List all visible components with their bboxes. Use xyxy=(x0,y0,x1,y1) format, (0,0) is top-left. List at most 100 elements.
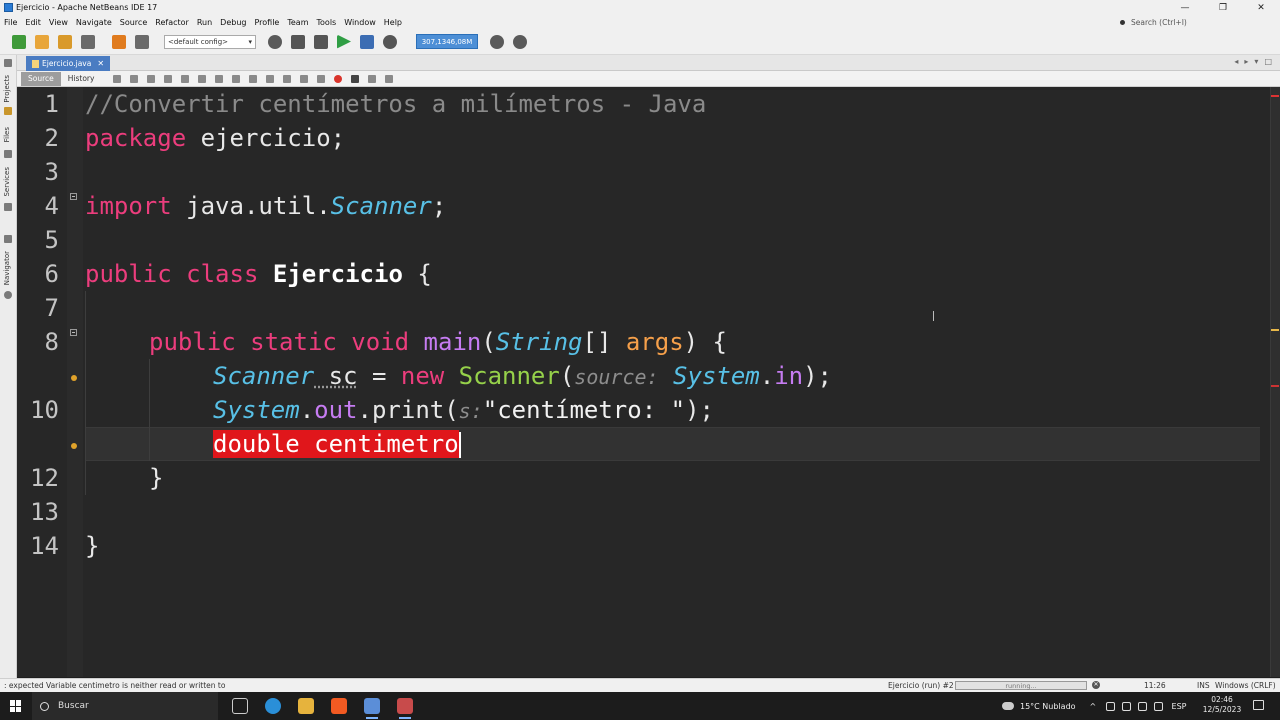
find-previous-icon[interactable] xyxy=(181,74,190,83)
task-view-icon[interactable] xyxy=(232,698,248,714)
menu-file[interactable]: File xyxy=(0,18,21,27)
running-app-icon[interactable] xyxy=(397,698,413,719)
cloud-sync-icon[interactable] xyxy=(1105,701,1115,711)
line-ending: Windows (CRLF) xyxy=(1215,681,1276,690)
task-progress-bar[interactable]: running... xyxy=(955,681,1087,690)
close-project-icon[interactable] xyxy=(81,34,95,49)
tab-source[interactable]: Source xyxy=(21,71,61,86)
menu-navigate[interactable]: Navigate xyxy=(72,18,116,27)
gc-icon[interactable] xyxy=(490,34,504,49)
fold-toggle-icon[interactable] xyxy=(70,193,77,200)
start-macro-icon[interactable] xyxy=(334,74,343,83)
menu-debug[interactable]: Debug xyxy=(216,18,250,27)
error-hint-bulb-icon[interactable] xyxy=(71,443,77,449)
previous-bookmark-icon[interactable] xyxy=(249,74,258,83)
close-window-button[interactable]: ✕ xyxy=(1242,0,1280,15)
new-project-icon[interactable] xyxy=(35,34,49,49)
taskbar-search-box[interactable]: Buscar xyxy=(32,692,218,720)
fold-toggle-icon[interactable] xyxy=(70,329,77,336)
build-hammer-icon[interactable] xyxy=(291,34,305,49)
running-task-label[interactable]: Ejercicio (run) #2 xyxy=(888,681,954,690)
comment-icon[interactable] xyxy=(368,74,377,83)
ide-search-input[interactable]: Search (Ctrl+I) xyxy=(1120,16,1270,28)
debug-project-icon[interactable] xyxy=(360,34,374,49)
files-panel-tab[interactable]: Files xyxy=(3,127,11,142)
minimize-panels-icon[interactable] xyxy=(4,59,12,67)
redo-icon[interactable] xyxy=(135,34,149,49)
shift-left-icon[interactable] xyxy=(300,74,309,83)
profile-project-icon[interactable] xyxy=(383,34,397,49)
taskbar-clock[interactable]: 02:46 12/5/2023 xyxy=(1200,695,1244,715)
menu-refactor[interactable]: Refactor xyxy=(151,18,193,27)
new-file-icon[interactable] xyxy=(12,34,26,49)
last-edit-icon[interactable] xyxy=(113,74,122,83)
tab-list-icon[interactable]: ▾ xyxy=(1254,57,1258,66)
maximize-editor-icon[interactable]: □ xyxy=(1264,57,1272,66)
title-bar: Ejercicio - Apache NetBeans IDE 17 — ❐ ✕ xyxy=(0,0,1280,15)
toggle-bookmark-icon[interactable] xyxy=(283,74,292,83)
open-project-icon[interactable] xyxy=(58,34,72,49)
toggle-highlight-icon[interactable] xyxy=(215,74,224,83)
file-explorer-icon[interactable] xyxy=(298,698,314,714)
projects-panel-tab[interactable]: Projects xyxy=(3,75,11,103)
maximize-button[interactable]: ❐ xyxy=(1204,0,1242,15)
menu-tools[interactable]: Tools xyxy=(313,18,341,27)
warning-mark[interactable] xyxy=(1271,329,1279,331)
minimize-button[interactable]: — xyxy=(1166,0,1204,15)
volume-icon[interactable] xyxy=(1153,701,1163,711)
configuration-select[interactable]: <default config> ▾ xyxy=(164,34,256,49)
stop-macro-icon[interactable] xyxy=(351,74,360,83)
next-bookmark-icon[interactable] xyxy=(266,74,275,83)
find-selection-icon[interactable] xyxy=(164,74,173,83)
menu-view[interactable]: View xyxy=(45,18,72,27)
shift-right-icon[interactable] xyxy=(317,74,326,83)
line-number: 13 xyxy=(30,498,59,526)
undo-icon[interactable] xyxy=(112,34,126,49)
menu-window[interactable]: Window xyxy=(340,18,380,27)
menu-edit[interactable]: Edit xyxy=(21,18,45,27)
chevron-up-icon[interactable]: ^ xyxy=(1090,702,1099,711)
language-indicator[interactable]: ESP xyxy=(1172,702,1187,711)
punct-token: ); xyxy=(685,396,714,424)
forward-icon[interactable] xyxy=(147,74,156,83)
error-stripe-status-icon[interactable] xyxy=(1271,95,1279,97)
tab-scroll-left-icon[interactable]: ◂ xyxy=(1234,57,1238,66)
windows-start-icon[interactable] xyxy=(10,700,22,712)
method-call-token: .print( xyxy=(357,396,459,424)
run-project-icon[interactable] xyxy=(337,34,351,49)
window-title: Ejercicio - Apache NetBeans IDE 17 xyxy=(16,3,158,12)
navigator-panel-tab[interactable]: Navigator xyxy=(3,251,11,285)
memory-usage-button[interactable]: 307,1346,08M xyxy=(416,34,478,49)
pause-io-icon[interactable] xyxy=(513,34,527,49)
code-editor[interactable]: 1 2 3 4 5 6 7 8 10 12 13 14 //Convertir … xyxy=(17,87,1280,677)
weather-label[interactable]: 15°C Nublado xyxy=(1020,702,1076,711)
close-tab-icon[interactable]: ✕ xyxy=(97,59,104,68)
clean-build-icon[interactable] xyxy=(314,34,328,49)
back-icon[interactable] xyxy=(130,74,139,83)
services-panel-tab[interactable]: Services xyxy=(3,167,11,197)
edge-browser-icon[interactable] xyxy=(265,698,281,714)
menu-team[interactable]: Team xyxy=(283,18,312,27)
netbeans-taskbar-icon[interactable] xyxy=(364,698,380,719)
menu-source[interactable]: Source xyxy=(116,18,151,27)
menu-run[interactable]: Run xyxy=(193,18,216,27)
tab-ejercicio-java[interactable]: Ejercicio.java ✕ xyxy=(26,56,111,71)
variable-token: sc xyxy=(314,362,358,390)
network-icon[interactable] xyxy=(1137,701,1147,711)
uncomment-icon[interactable] xyxy=(385,74,394,83)
globe-icon[interactable] xyxy=(268,34,282,49)
menu-profile[interactable]: Profile xyxy=(250,18,283,27)
toggle-rect-select-icon[interactable] xyxy=(232,74,241,83)
hint-bulb-icon[interactable] xyxy=(71,375,77,381)
microphone-icon[interactable] xyxy=(1121,701,1131,711)
notifications-icon[interactable] xyxy=(1253,700,1264,710)
tab-history[interactable]: History xyxy=(61,72,102,86)
find-next-icon[interactable] xyxy=(198,74,207,83)
menu-help[interactable]: Help xyxy=(380,18,406,27)
tab-scroll-right-icon[interactable]: ▸ xyxy=(1244,57,1248,66)
error-mark[interactable] xyxy=(1271,385,1279,387)
brave-browser-icon[interactable] xyxy=(331,698,347,714)
code-text-area[interactable]: //Convertir centímetros a milímetros - J… xyxy=(85,87,1260,677)
cancel-task-icon[interactable]: ✕ xyxy=(1092,681,1100,689)
editor-error-stripe[interactable] xyxy=(1270,87,1280,677)
